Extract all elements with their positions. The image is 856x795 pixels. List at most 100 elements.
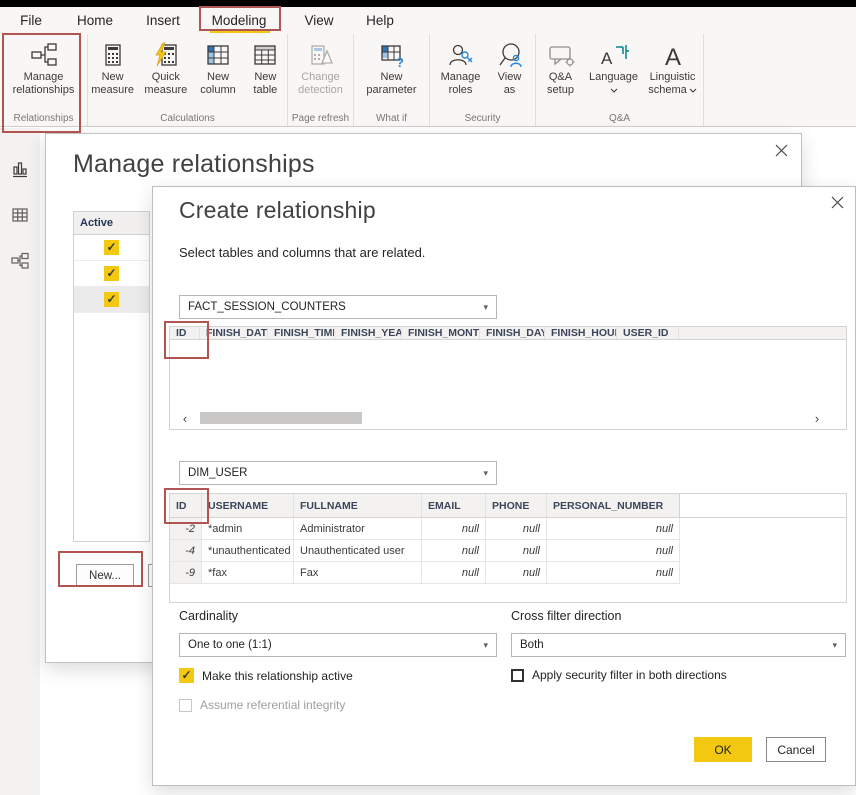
table2-col-header[interactable]: EMAIL xyxy=(422,494,486,517)
svg-text:A: A xyxy=(665,44,681,68)
qa-setup-button[interactable]: Q&A setup xyxy=(538,39,584,97)
tab-insert[interactable]: Insert xyxy=(141,9,185,33)
scroll-left-icon[interactable]: ‹ xyxy=(174,411,196,426)
unchecked-checkbox[interactable] xyxy=(511,669,524,682)
close-icon[interactable] xyxy=(773,142,789,158)
close-icon[interactable] xyxy=(829,194,845,210)
checked-checkbox[interactable]: ✓ xyxy=(179,668,194,683)
ribbon-group-security: Manage roles View as S xyxy=(430,34,536,126)
parameter-icon: ? xyxy=(379,39,405,71)
scroll-right-icon[interactable]: › xyxy=(806,411,828,426)
create-dialog-title: Create relationship xyxy=(179,197,376,224)
make-relationship-active-checkbox-row[interactable]: ✓ Make this relationship active xyxy=(179,668,353,683)
modeling-tab-underline xyxy=(210,30,270,33)
group-label-qa: Q&A xyxy=(536,113,703,124)
table2-col-header[interactable]: ID xyxy=(170,494,202,517)
tab-home[interactable]: Home xyxy=(72,9,118,33)
table1-select[interactable]: FACT_SESSION_COUNTERS ▾ xyxy=(179,295,497,319)
powerbi-window: File Home Insert Modeling View Help xyxy=(0,0,856,795)
table2-preview: ID USERNAME FULLNAME EMAIL PHONE PERSONA… xyxy=(169,493,847,603)
ribbon-group-qa: Q&A setup A Language xyxy=(536,34,704,126)
table-icon xyxy=(252,39,278,71)
calculator-icon xyxy=(100,39,126,71)
tab-view[interactable]: View xyxy=(299,9,339,33)
group-label-what-if: What if xyxy=(354,113,429,124)
group-label-security: Security xyxy=(430,113,535,124)
manage-roles-button[interactable]: Manage roles xyxy=(435,39,487,97)
quick-measure-button[interactable]: Quick measure xyxy=(139,39,192,97)
table1-horizontal-scrollbar[interactable]: ‹ › xyxy=(170,407,846,429)
apply-security-filter-checkbox-row[interactable]: Apply security filter in both directions xyxy=(511,668,727,682)
ok-button[interactable]: OK xyxy=(694,737,752,762)
active-checkbox[interactable]: ✓ xyxy=(104,292,119,307)
table1-col-header[interactable]: FINISH_HOUR xyxy=(545,327,617,339)
table1-col-header[interactable]: FINISH_YEAR xyxy=(335,327,402,339)
view-sidebar xyxy=(0,128,40,795)
table1-col-header[interactable]: USER_ID xyxy=(617,327,679,339)
language-icon: A xyxy=(599,39,629,71)
change-detection-button: Change detection xyxy=(291,39,351,97)
magnifier-person-icon xyxy=(497,39,523,71)
relationships-table: Active ✓ ✓ ✓ xyxy=(73,211,150,542)
assume-referential-integrity-checkbox-row: Assume referential integrity xyxy=(179,698,345,712)
table-row[interactable]: -9 *fax Fax null null null xyxy=(170,562,846,584)
window-title-bar xyxy=(0,0,856,7)
group-label-calculations: Calculations xyxy=(88,113,287,124)
dropdown-caret-icon: ▾ xyxy=(832,640,837,651)
table1-preview: ID FINISH_DATE FINISH_TIME FINISH_YEAR F… xyxy=(169,326,847,430)
dropdown-caret-icon: ▾ xyxy=(483,468,488,479)
table1-col-header[interactable]: ID xyxy=(170,327,200,339)
relationship-row[interactable]: ✓ xyxy=(74,261,149,287)
table2-col-header[interactable]: USERNAME xyxy=(202,494,294,517)
lightning-calculator-icon xyxy=(153,39,179,71)
table-row[interactable]: -2 *admin Administrator null null null xyxy=(170,518,846,540)
cancel-button[interactable]: Cancel xyxy=(766,737,826,762)
manage-relationships-icon xyxy=(30,39,58,71)
language-button[interactable]: A Language xyxy=(586,39,642,97)
disabled-checkbox xyxy=(179,699,192,712)
table2-select[interactable]: DIM_USER ▾ xyxy=(179,461,497,485)
report-view-icon[interactable] xyxy=(0,156,40,182)
new-table-button[interactable]: New table xyxy=(244,39,287,97)
cross-filter-label: Cross filter direction xyxy=(511,609,621,623)
cross-filter-select[interactable]: Both ▾ xyxy=(511,633,846,657)
active-column-header: Active xyxy=(74,212,149,235)
table-column-icon xyxy=(205,39,231,71)
active-checkbox[interactable]: ✓ xyxy=(104,266,119,281)
manage-relationships-button[interactable]: Manage relationships xyxy=(3,39,85,97)
table2-col-header[interactable]: PHONE xyxy=(486,494,547,517)
table2-col-header[interactable]: PERSONAL_NUMBER xyxy=(547,494,680,517)
view-as-button[interactable]: View as xyxy=(489,39,531,97)
person-key-icon xyxy=(448,39,474,71)
linguistic-schema-button[interactable]: A Linguistic schema xyxy=(644,39,702,97)
table1-col-header[interactable]: FINISH_MONTH xyxy=(402,327,480,339)
ribbon-group-what-if: ? New parameter What if xyxy=(354,34,430,126)
table-row[interactable]: -4 *unauthenticated Unauthenticated user… xyxy=(170,540,846,562)
cardinality-select[interactable]: One to one (1:1) ▾ xyxy=(179,633,497,657)
scrollbar-thumb[interactable] xyxy=(200,412,362,424)
relationship-row[interactable]: ✓ xyxy=(74,235,149,261)
tab-help[interactable]: Help xyxy=(361,9,399,33)
group-label-page-refresh: Page refresh xyxy=(288,113,353,124)
new-parameter-button[interactable]: ? New parameter xyxy=(360,39,424,97)
ribbon-group-page-refresh: Change detection Page refresh xyxy=(288,34,354,126)
create-relationship-dialog: Create relationship Select tables and co… xyxy=(152,186,856,786)
cardinality-label: Cardinality xyxy=(179,609,238,623)
active-checkbox[interactable]: ✓ xyxy=(104,240,119,255)
table1-col-header[interactable]: FINISH_DATE xyxy=(200,327,268,339)
dropdown-caret-icon: ▾ xyxy=(483,640,488,651)
new-measure-button[interactable]: New measure xyxy=(88,39,137,97)
ribbon-group-relationships: Manage relationships Relationships xyxy=(0,34,88,126)
table1-col-header[interactable]: FINISH_TIME xyxy=(268,327,335,339)
relationship-row[interactable]: ✓ xyxy=(74,287,149,313)
tab-file[interactable]: File xyxy=(12,9,50,33)
linguistic-schema-icon: A xyxy=(660,39,686,71)
new-column-button[interactable]: New column xyxy=(194,39,241,97)
model-view-icon[interactable] xyxy=(0,248,40,274)
speech-bubble-gear-icon xyxy=(547,39,575,71)
table2-col-header[interactable]: FULLNAME xyxy=(294,494,422,517)
chevron-down-icon xyxy=(610,88,618,93)
data-view-icon[interactable] xyxy=(0,202,40,228)
new-relationship-button[interactable]: New... xyxy=(76,564,134,587)
table1-col-header[interactable]: FINISH_DAY xyxy=(480,327,545,339)
